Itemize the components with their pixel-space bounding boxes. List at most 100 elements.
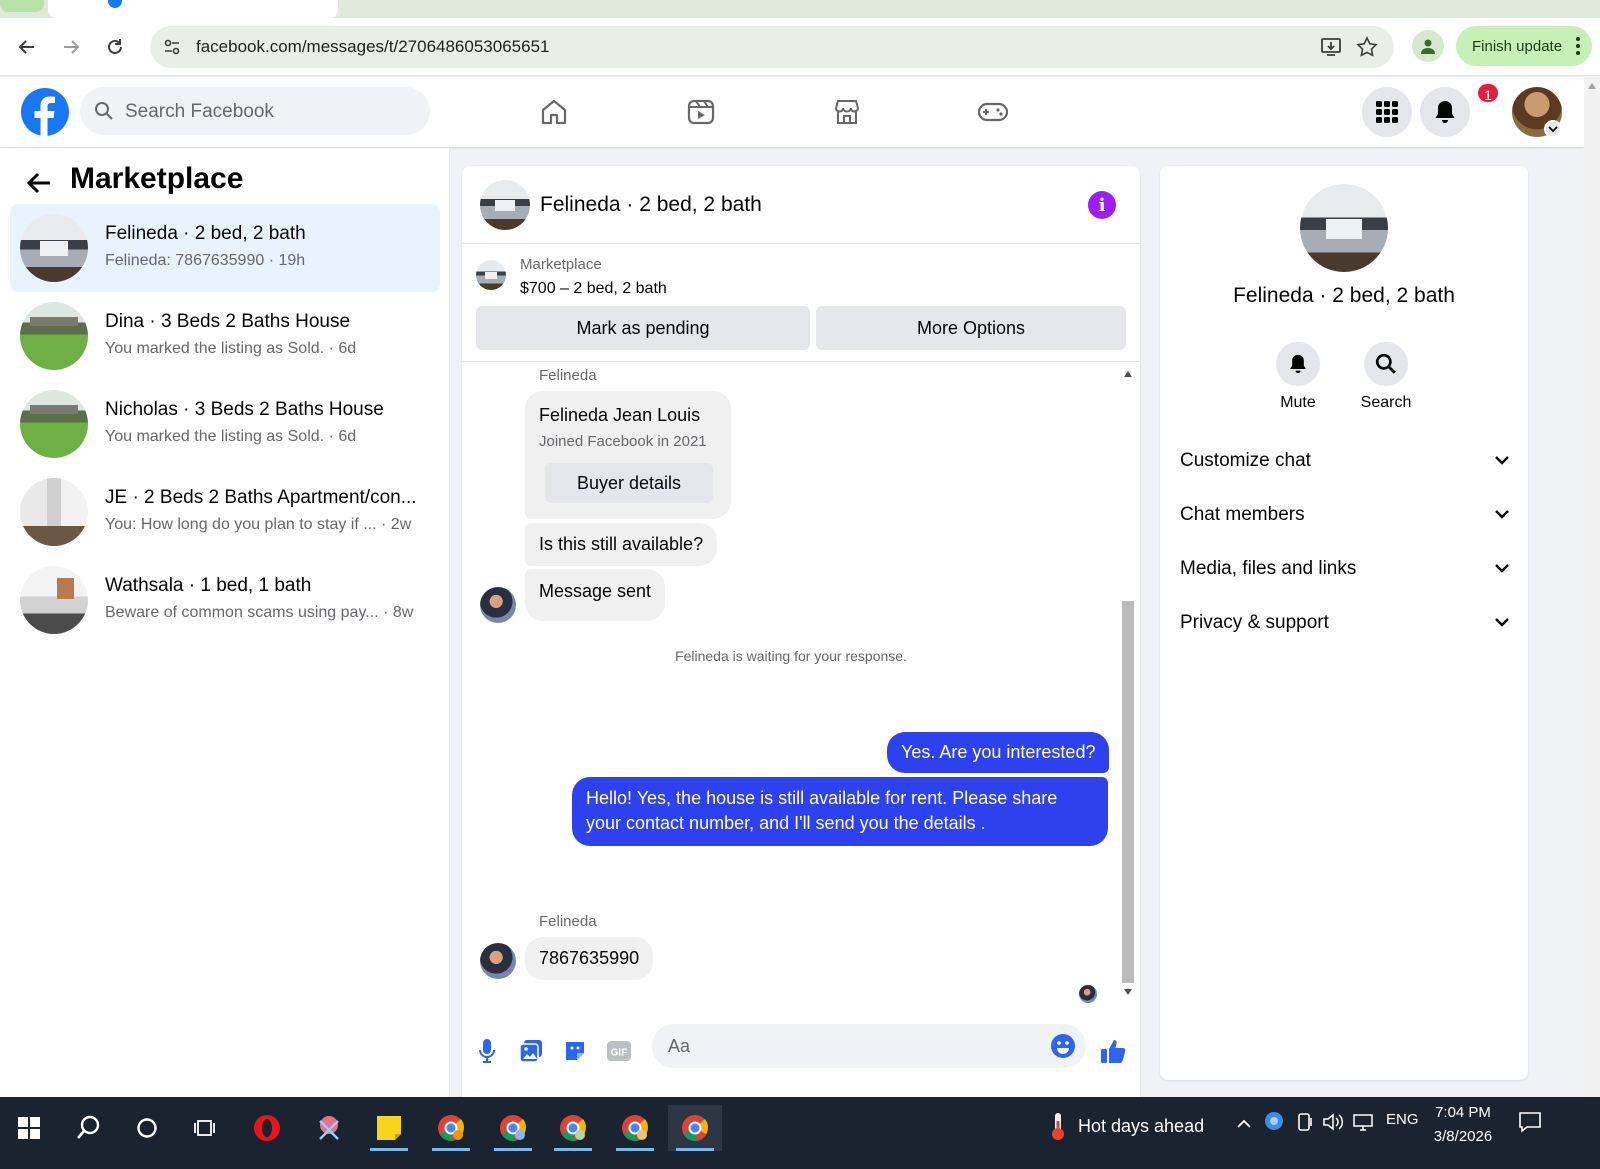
nav-video[interactable]	[681, 94, 721, 130]
like-button[interactable]	[1098, 1036, 1128, 1066]
url-text[interactable]: facebook.com/messages/t/2706486053065651	[196, 37, 549, 57]
chat-listing-thumbnail[interactable]	[480, 180, 530, 230]
input-language[interactable]: ENG	[1386, 1111, 1419, 1128]
nav-home[interactable]	[534, 94, 574, 130]
notification-badge: 1	[1476, 82, 1500, 104]
notifications-button[interactable]	[1420, 87, 1470, 137]
conversation-item[interactable]: Dina · 3 Beds 2 Baths House You marked t…	[10, 292, 440, 380]
conversation-item[interactable]: Wathsala · 1 bed, 1 bath Beware of commo…	[10, 556, 440, 644]
tab-group-chip[interactable]	[0, 0, 44, 12]
listing-large-thumbnail[interactable]	[1300, 184, 1388, 272]
emoji-icon[interactable]	[1050, 1033, 1076, 1059]
snipping-tool-icon	[319, 1116, 339, 1140]
action-center-icon[interactable]	[1518, 1111, 1542, 1133]
chat-members-section[interactable]: Chat members	[1180, 496, 1510, 536]
message-scrollbar[interactable]	[1120, 363, 1136, 1003]
outgoing-message: Yes. Are you interested?	[887, 732, 1110, 773]
taskbar-chrome-5-active[interactable]	[668, 1105, 722, 1151]
attach-media-button[interactable]	[516, 1036, 546, 1066]
gif-button[interactable]: GIF	[604, 1036, 634, 1066]
finish-update-button[interactable]: Finish update	[1456, 26, 1592, 66]
network-icon[interactable]	[1352, 1112, 1374, 1132]
device-icon[interactable]	[1296, 1112, 1314, 1132]
mark-as-pending-button[interactable]: Mark as pending	[476, 306, 810, 350]
chat-title[interactable]: Felineda · 2 bed, 2 bath	[540, 193, 762, 217]
clock-date: 3/8/2026	[1433, 1128, 1493, 1145]
address-bar[interactable]: facebook.com/messages/t/2706486053065651	[150, 26, 1394, 68]
listing-thumbnail	[20, 478, 88, 546]
running-indicator	[494, 1148, 532, 1151]
customize-chat-section[interactable]: Customize chat	[1180, 442, 1510, 482]
listing-price[interactable]: $700 – 2 bed, 2 bath	[520, 280, 667, 298]
scrollbar-thumb[interactable]	[1122, 601, 1134, 983]
taskbar-snipping-tool[interactable]	[302, 1105, 356, 1151]
message-input-placeholder: Aa	[668, 1036, 691, 1056]
taskbar-chrome-1[interactable]	[424, 1105, 478, 1151]
bookmark-star-icon[interactable]	[1356, 36, 1378, 58]
conversation-name: Dina · 3 Beds 2 Baths House	[105, 311, 351, 332]
onedrive-icon[interactable]	[1264, 1111, 1284, 1131]
facebook-logo-icon[interactable]	[20, 87, 70, 137]
back-button[interactable]	[10, 30, 44, 64]
conversation-name: Felineda · 2 bed, 2 bath	[105, 223, 306, 244]
taskbar-chrome-2[interactable]	[486, 1105, 540, 1151]
listing-thumbnail	[20, 302, 88, 370]
conversation-item[interactable]: JE · 2 Beds 2 Baths Apartment/con... You…	[10, 468, 440, 556]
weather-widget[interactable]: Hot days ahead	[1048, 1111, 1204, 1141]
mute-button[interactable]: Mute	[1263, 342, 1333, 412]
browser-profile-button[interactable]	[1412, 30, 1444, 62]
conversation-item[interactable]: Nicholas · 3 Beds 2 Baths House You mark…	[10, 380, 440, 468]
thumbs-up-icon	[1101, 1040, 1126, 1063]
sender-avatar[interactable]	[480, 943, 516, 979]
show-hidden-icons-chevron-icon[interactable]	[1236, 1117, 1252, 1129]
nav-marketplace[interactable]	[827, 94, 867, 130]
chrome-icon	[500, 1115, 526, 1142]
cortana-button[interactable]	[120, 1105, 174, 1151]
voice-clip-button[interactable]	[472, 1036, 502, 1066]
back-to-marketplace-button[interactable]	[24, 168, 54, 198]
media-files-links-section[interactable]: Media, files and links	[1180, 550, 1510, 590]
section-label: Customize chat	[1180, 450, 1311, 471]
sender-label: Felineda	[539, 367, 597, 384]
taskbar-sticky-notes[interactable]	[362, 1105, 416, 1151]
clock-time: 7:04 PM	[1435, 1104, 1491, 1121]
search-icon	[95, 102, 113, 120]
chevron-down-icon	[1495, 456, 1509, 465]
more-options-button[interactable]: More Options	[816, 306, 1126, 350]
facebook-search[interactable]: Search Facebook	[80, 87, 430, 135]
reload-button[interactable]	[98, 30, 132, 64]
taskbar-search-button[interactable]	[62, 1105, 116, 1151]
page-scrollbar[interactable]	[1584, 77, 1600, 1121]
taskbar-chrome-3[interactable]	[546, 1105, 600, 1151]
volume-icon[interactable]	[1322, 1112, 1344, 1132]
chrome-icon	[560, 1115, 586, 1142]
scroll-up-arrow[interactable]	[1588, 83, 1596, 89]
site-settings-icon[interactable]	[162, 37, 182, 57]
conversation-item[interactable]: Felineda · 2 bed, 2 bath Felineda: 78676…	[10, 204, 440, 292]
bell-icon	[1435, 101, 1455, 123]
info-icon[interactable]: i	[1088, 191, 1116, 219]
start-button[interactable]	[2, 1105, 56, 1151]
active-tab[interactable]	[48, 0, 338, 18]
privacy-support-section[interactable]: Privacy & support	[1180, 604, 1510, 644]
menu-button[interactable]	[1362, 87, 1412, 137]
account-menu-chevron[interactable]	[1544, 120, 1562, 138]
install-app-icon[interactable]	[1320, 36, 1342, 58]
forward-button[interactable]	[54, 30, 88, 64]
task-view-button[interactable]	[178, 1105, 232, 1151]
taskbar-chrome-4[interactable]	[608, 1105, 662, 1151]
sticker-button[interactable]	[560, 1036, 590, 1066]
listing-thumbnail	[20, 390, 88, 458]
nav-gaming[interactable]	[973, 94, 1013, 130]
system-clock[interactable]: 7:04 PM 3/8/2026	[1418, 1101, 1508, 1149]
search-icon	[77, 1115, 100, 1139]
task-view-icon	[194, 1120, 215, 1136]
scroll-down-arrow[interactable]	[1124, 989, 1132, 995]
buyer-details-button[interactable]: Buyer details	[545, 463, 713, 503]
sender-avatar[interactable]	[480, 587, 516, 623]
scroll-up-arrow[interactable]	[1124, 371, 1132, 377]
taskbar-opera[interactable]	[240, 1105, 294, 1151]
search-in-conversation-button[interactable]: Search	[1351, 342, 1421, 412]
finish-update-label: Finish update	[1472, 37, 1563, 55]
message-input[interactable]: Aa	[652, 1024, 1086, 1068]
